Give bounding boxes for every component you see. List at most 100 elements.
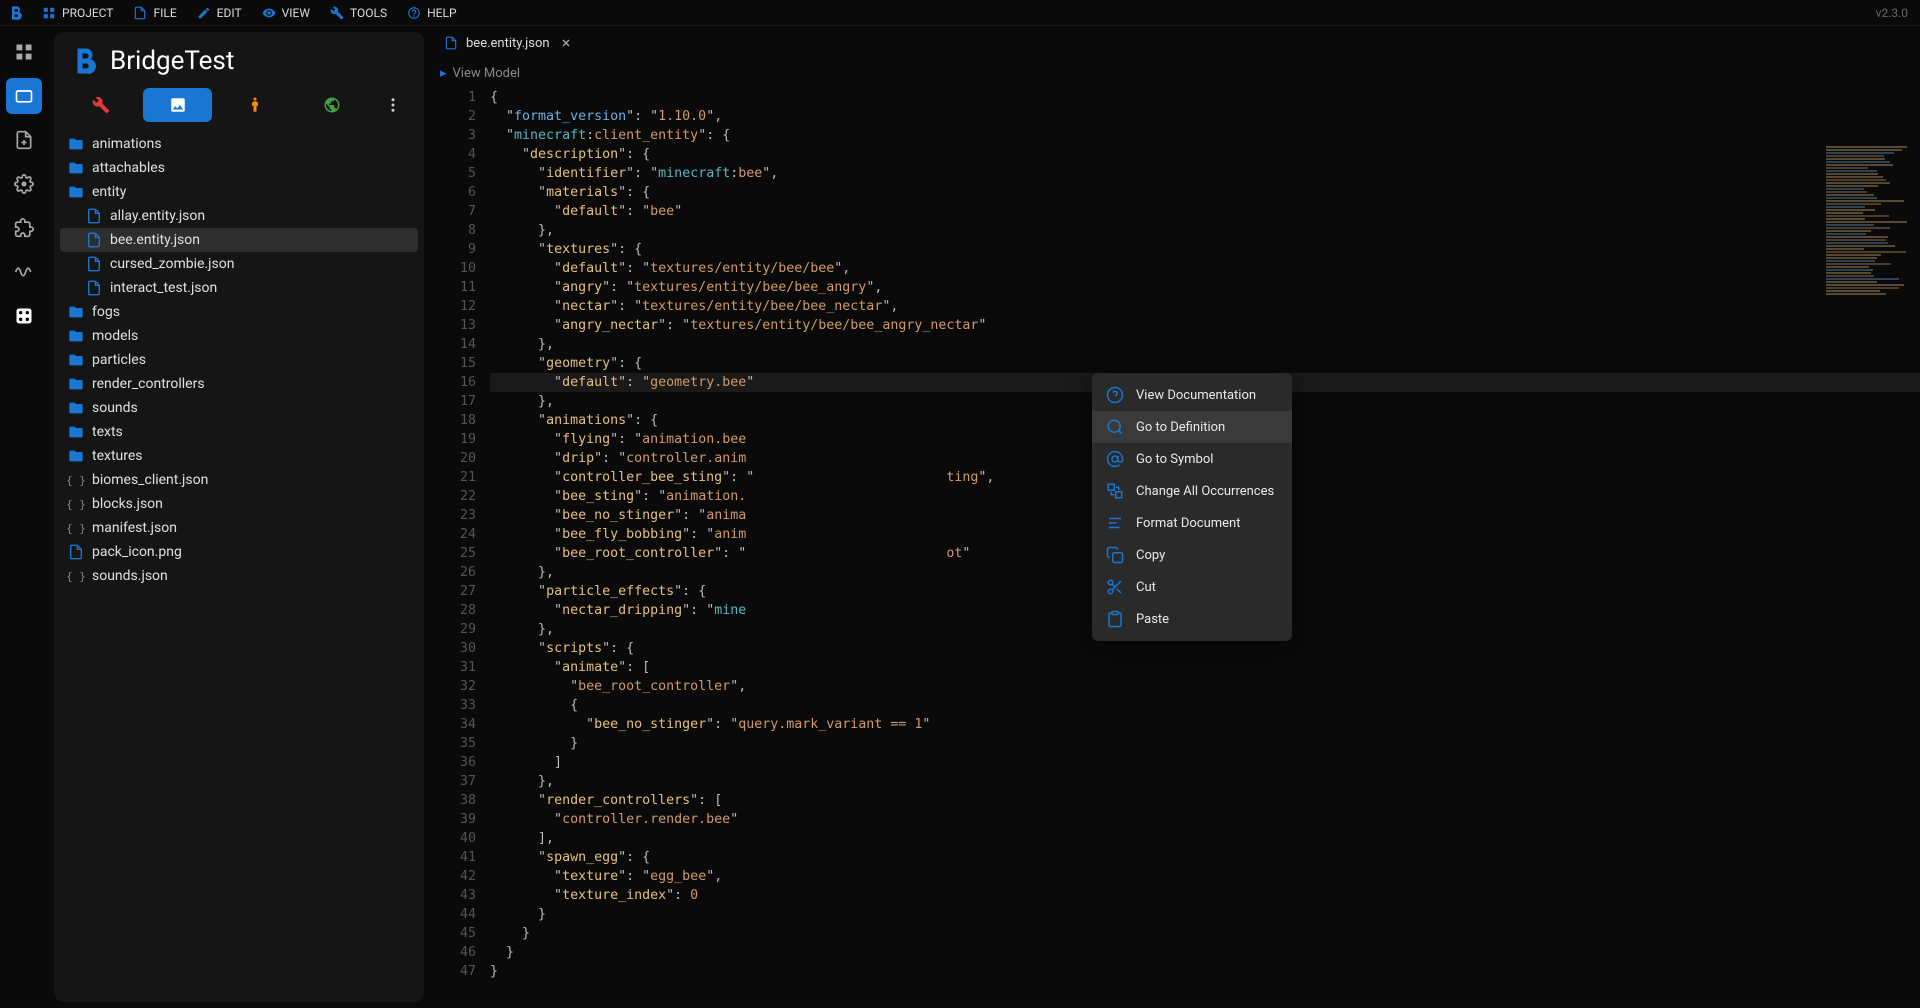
menu-project[interactable]: PROJECT — [32, 0, 123, 25]
ctx-copy[interactable]: Copy — [1092, 539, 1292, 571]
tree-item[interactable]: allay.entity.json — [60, 204, 418, 228]
tree-item[interactable]: { }blocks.json — [60, 492, 418, 516]
ctx-go-to-definition[interactable]: Go to Definition — [1092, 411, 1292, 443]
code-line[interactable]: { — [490, 88, 1920, 107]
code-line[interactable]: "description": { — [490, 145, 1920, 164]
code-line[interactable]: "format_version": "1.10.0", — [490, 107, 1920, 126]
ctx-item-label: Copy — [1136, 548, 1165, 563]
ctx-format-document[interactable]: Format Document — [1092, 507, 1292, 539]
grid-icon — [42, 6, 56, 20]
code-line[interactable]: } — [490, 924, 1920, 943]
code-line[interactable]: ], — [490, 829, 1920, 848]
tree-item-label: cursed_zombie.json — [110, 256, 234, 272]
tree-item[interactable]: fogs — [60, 300, 418, 324]
file-add-icon — [14, 130, 34, 150]
ctx-paste[interactable]: Paste — [1092, 603, 1292, 635]
tree-item-label: models — [92, 328, 138, 344]
folder-icon — [68, 448, 84, 464]
tree-item-label: fogs — [92, 304, 120, 320]
ctx-go-to-symbol[interactable]: Go to Symbol — [1092, 443, 1292, 475]
ctx-item-label: Change All Occurrences — [1136, 484, 1274, 499]
code-line[interactable]: { — [490, 696, 1920, 715]
tree-item[interactable]: particles — [60, 348, 418, 372]
file-icon — [86, 232, 102, 248]
eye-icon — [262, 6, 276, 20]
tree-item[interactable]: render_controllers — [60, 372, 418, 396]
code-line[interactable]: } — [490, 962, 1920, 981]
tree-item[interactable]: models — [60, 324, 418, 348]
tree-item[interactable]: interact_test.json — [60, 276, 418, 300]
apps-button[interactable] — [6, 34, 42, 70]
code-line[interactable]: } — [490, 905, 1920, 924]
code-line[interactable]: "textures": { — [490, 240, 1920, 259]
code-line[interactable]: "bee_root_controller", — [490, 677, 1920, 696]
tree-item[interactable]: bee.entity.json — [60, 228, 418, 252]
tree-item[interactable]: cursed_zombie.json — [60, 252, 418, 276]
ctx-cut[interactable]: Cut — [1092, 571, 1292, 603]
code-line[interactable]: "texture": "egg_bee", — [490, 867, 1920, 886]
ctx-view-documentation[interactable]: View Documentation — [1092, 379, 1292, 411]
wrench-icon — [330, 6, 344, 20]
code-line[interactable]: }, — [490, 221, 1920, 240]
tab-bee-entity[interactable]: bee.entity.json — [434, 28, 584, 58]
activity-rail — [0, 26, 48, 1008]
close-icon[interactable] — [558, 35, 574, 51]
tree-item-label: texts — [92, 424, 123, 440]
pencil-icon — [197, 6, 211, 20]
tree-item[interactable]: pack_icon.png — [60, 540, 418, 564]
waveform-button[interactable] — [6, 254, 42, 290]
tree-item[interactable]: { }manifest.json — [60, 516, 418, 540]
code-line[interactable]: "nectar": "textures/entity/bee/bee_necta… — [490, 297, 1920, 316]
tree-item[interactable]: animations — [60, 132, 418, 156]
folder-icon — [68, 136, 84, 152]
ctx-change-all-occurrences[interactable]: Change All Occurrences — [1092, 475, 1292, 507]
menu-help[interactable]: HELP — [397, 0, 466, 25]
code-line[interactable]: }, — [490, 335, 1920, 354]
tree-item[interactable]: textures — [60, 444, 418, 468]
menu-view[interactable]: VIEW — [252, 0, 320, 25]
tree-item-label: pack_icon.png — [92, 544, 182, 560]
code-line[interactable]: "animate": [ — [490, 658, 1920, 677]
extension-button[interactable] — [6, 210, 42, 246]
code-line[interactable]: "scripts": { — [490, 639, 1920, 658]
folder-icon — [68, 328, 84, 344]
code-line[interactable]: "angry": "textures/entity/bee/bee_angry"… — [490, 278, 1920, 297]
file-add-button[interactable] — [6, 122, 42, 158]
pack-tab-behavior[interactable] — [66, 88, 135, 122]
code-line[interactable]: "spawn_egg": { — [490, 848, 1920, 867]
settings-build-button[interactable] — [6, 166, 42, 202]
code-line[interactable]: "default": "bee" — [490, 202, 1920, 221]
code-line[interactable]: "angry_nectar": "textures/entity/bee/bee… — [490, 316, 1920, 335]
pack-tab-resource[interactable] — [143, 88, 212, 122]
pack-tab-world[interactable] — [297, 88, 366, 122]
code-line[interactable]: "default": "textures/entity/bee/bee", — [490, 259, 1920, 278]
tree-item[interactable]: { }sounds.json — [60, 564, 418, 588]
code-line[interactable]: "bee_no_stinger": "query.mark_variant ==… — [490, 715, 1920, 734]
context-menu: View DocumentationGo to DefinitionGo to … — [1092, 373, 1292, 641]
code-line[interactable]: "minecraft:client_entity": { — [490, 126, 1920, 145]
code-line[interactable]: "materials": { — [490, 183, 1920, 202]
tree-item[interactable]: texts — [60, 420, 418, 444]
dice-button[interactable] — [6, 298, 42, 334]
code-line[interactable]: "controller.render.bee" — [490, 810, 1920, 829]
menu-tools[interactable]: TOOLS — [320, 0, 397, 25]
code-line[interactable]: "render_controllers": [ — [490, 791, 1920, 810]
tree-item[interactable]: entity — [60, 180, 418, 204]
code-line[interactable]: "geometry": { — [490, 354, 1920, 373]
breadcrumb[interactable]: ▸ View Model — [430, 60, 1920, 86]
pack-tab-skin[interactable] — [220, 88, 289, 122]
code-line[interactable]: } — [490, 734, 1920, 753]
code-line[interactable]: "identifier": "minecraft:bee", — [490, 164, 1920, 183]
code-line[interactable]: "texture_index": 0 — [490, 886, 1920, 905]
folder-button[interactable] — [6, 78, 42, 114]
pack-tab-more[interactable] — [374, 88, 412, 122]
code-line[interactable]: }, — [490, 772, 1920, 791]
code-line[interactable]: } — [490, 943, 1920, 962]
tree-item[interactable]: sounds — [60, 396, 418, 420]
menu-edit[interactable]: EDIT — [187, 0, 252, 25]
menu-file[interactable]: FILE — [123, 0, 186, 25]
tree-item[interactable]: { }biomes_client.json — [60, 468, 418, 492]
editor-area: bee.entity.json ▸ View Model 12345678910… — [430, 26, 1920, 1008]
tree-item[interactable]: attachables — [60, 156, 418, 180]
code-line[interactable]: ] — [490, 753, 1920, 772]
